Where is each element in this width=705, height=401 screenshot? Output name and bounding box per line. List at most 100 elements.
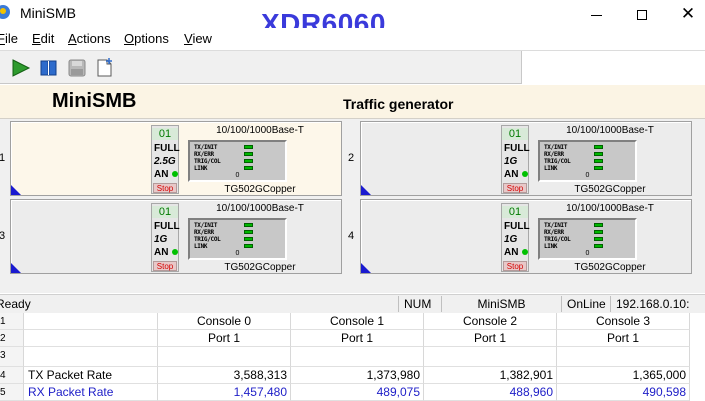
duplex-label: FULL xyxy=(154,143,180,154)
corner-marker-icon xyxy=(361,263,371,273)
app-icon xyxy=(0,5,10,19)
led-label: TX/INIT xyxy=(194,144,218,151)
led-label: RX/ERR xyxy=(544,151,564,158)
start-button[interactable] xyxy=(10,57,34,79)
app-window: MiniSMB XDR6060 ✕ File Edit Actions Opti… xyxy=(0,0,705,401)
port-panel-1[interactable]: 01 FULL 2.5G AN Stop 10/100/1000Base-T T… xyxy=(10,121,342,196)
tx-rate-value[interactable]: 1,365,000 xyxy=(557,367,690,384)
port-header[interactable]: Port 1 xyxy=(557,330,690,347)
led-icon xyxy=(244,159,253,163)
status-ready: Ready xyxy=(0,297,31,311)
card-model: TG502GCopper xyxy=(224,262,296,273)
port-number: 2 xyxy=(348,152,355,164)
port-id: 01 xyxy=(152,128,178,140)
menu-actions[interactable]: Actions xyxy=(68,31,111,46)
card-model: TG502GCopper xyxy=(574,262,646,273)
save-button[interactable] xyxy=(66,57,90,79)
console-header[interactable]: Console 1 xyxy=(291,313,424,330)
brand-subtitle: Traffic generator xyxy=(343,96,454,112)
led-icon xyxy=(244,166,253,170)
console-header[interactable]: Console 3 xyxy=(557,313,690,330)
rx-rate-value[interactable]: 488,960 xyxy=(424,384,557,401)
speed-label: 2.5G xyxy=(154,156,176,167)
port-header[interactable]: Port 1 xyxy=(158,330,291,347)
rx-rate-value[interactable]: 489,075 xyxy=(291,384,424,401)
led-icon xyxy=(594,223,603,227)
duplex-label: FULL xyxy=(504,143,530,154)
link-indicator-icon xyxy=(522,249,528,255)
console-header[interactable]: Console 2 xyxy=(424,313,557,330)
rx-rate-value[interactable]: 1,457,480 xyxy=(158,384,291,401)
port-id: 01 xyxy=(152,206,178,218)
port-header[interactable]: Port 1 xyxy=(291,330,424,347)
grid-cell[interactable] xyxy=(24,347,158,367)
autoneg-label: AN xyxy=(504,247,519,258)
duplex-label: FULL xyxy=(504,221,530,232)
led-icon xyxy=(594,230,603,234)
counter-value: 0 xyxy=(235,172,240,179)
tx-rate-value[interactable]: 1,382,901 xyxy=(424,367,557,384)
port-panel-2[interactable]: 01 FULL 1G AN Stop 10/100/1000Base-T TX/… xyxy=(360,121,692,196)
card-model: TG502GCopper xyxy=(574,184,646,195)
stop-button[interactable]: Stop xyxy=(503,261,527,271)
autoneg-label: AN xyxy=(154,169,169,180)
stats-grid: 1 2 3 4 5 TX Packet Rate RX Packet Rate … xyxy=(0,313,705,401)
speed-label: 1G xyxy=(154,234,168,245)
media-type: 10/100/1000Base-T xyxy=(216,125,304,136)
row-header: 1 xyxy=(0,313,24,330)
corner-marker-icon xyxy=(11,185,21,195)
maximize-button[interactable] xyxy=(619,2,665,26)
menu-options[interactable]: Options xyxy=(124,31,169,46)
port-header[interactable]: Port 1 xyxy=(424,330,557,347)
media-type: 10/100/1000Base-T xyxy=(566,125,654,136)
led-icon xyxy=(244,223,253,227)
led-label: TX/INIT xyxy=(544,144,568,151)
led-icon xyxy=(594,244,603,248)
port-status-block: 01 FULL 1G AN Stop xyxy=(151,203,180,272)
stop-button[interactable]: Stop xyxy=(153,261,177,271)
book-icon xyxy=(40,60,57,76)
link-indicator-icon xyxy=(172,249,178,255)
port-panel-3[interactable]: 01 FULL 1G AN Stop 10/100/1000Base-T TX/… xyxy=(10,199,342,274)
led-label: LINK xyxy=(544,165,558,172)
menu-edit[interactable]: Edit xyxy=(32,31,54,46)
led-label: TRIG/COL xyxy=(194,236,221,243)
menu-view[interactable]: View xyxy=(184,31,212,46)
grid-cell[interactable] xyxy=(424,347,557,367)
port-panel-4[interactable]: 01 FULL 1G AN Stop 10/100/1000Base-T TX/… xyxy=(360,199,692,274)
stop-button[interactable]: Stop xyxy=(503,183,527,193)
brand-title: MiniSMB xyxy=(52,90,137,112)
toolbar-spacer xyxy=(521,51,705,84)
metric-label[interactable]: RX Packet Rate xyxy=(24,384,158,401)
disk-icon xyxy=(68,59,86,77)
new-button[interactable] xyxy=(94,57,118,79)
rx-rate-value[interactable]: 490,598 xyxy=(557,384,690,401)
port-id: 01 xyxy=(502,206,528,218)
autoneg-label: AN xyxy=(154,247,169,258)
grid-cell[interactable] xyxy=(557,347,690,367)
console-header[interactable]: Console 0 xyxy=(158,313,291,330)
minimize-button[interactable] xyxy=(573,2,619,26)
grid-cell[interactable] xyxy=(24,313,158,330)
menu-file[interactable]: File xyxy=(0,31,18,46)
close-button[interactable]: ✕ xyxy=(665,2,705,26)
speed-label: 1G xyxy=(504,156,518,167)
grid-cell[interactable] xyxy=(24,330,158,347)
tx-rate-value[interactable]: 1,373,980 xyxy=(291,367,424,384)
tx-rate-value[interactable]: 3,588,313 xyxy=(158,367,291,384)
led-label: LINK xyxy=(194,243,208,250)
status-app: MiniSMB xyxy=(441,296,561,312)
grid-cell[interactable] xyxy=(158,347,291,367)
led-icon xyxy=(244,230,253,234)
grid-cell[interactable] xyxy=(291,347,424,367)
led-label: TRIG/COL xyxy=(194,158,221,165)
stop-button[interactable]: Stop xyxy=(153,183,177,193)
led-icon xyxy=(594,166,603,170)
led-label: LINK xyxy=(544,243,558,250)
status-bar: Ready NUM MiniSMB OnLine 192.168.0.10: xyxy=(0,294,705,313)
led-label: TX/INIT xyxy=(194,222,218,229)
led-icon xyxy=(244,145,253,149)
speed-label: 1G xyxy=(504,234,518,245)
metric-label[interactable]: TX Packet Rate xyxy=(24,367,158,384)
open-button[interactable] xyxy=(38,57,62,79)
